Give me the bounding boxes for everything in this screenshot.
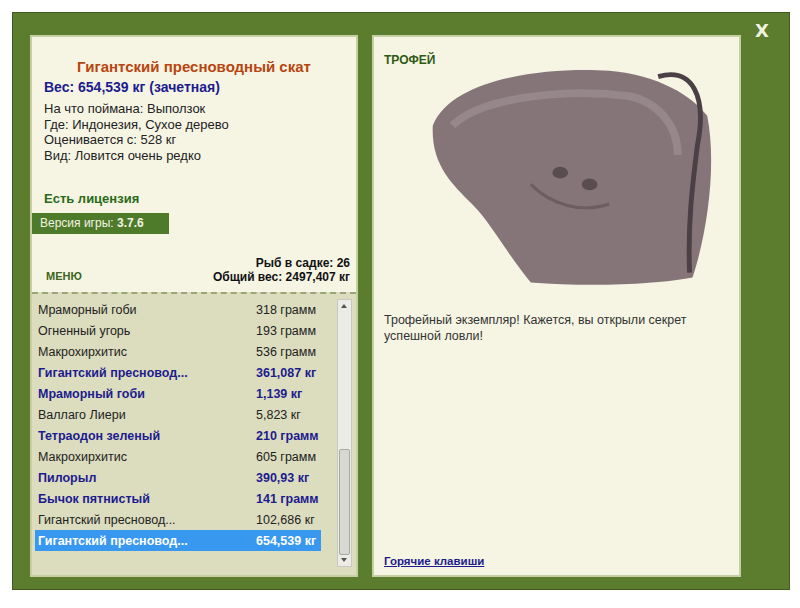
fish-detail: На что поймана: Выползок xyxy=(44,101,344,117)
catch-row[interactable]: Гигантский пресновод... 654,539 кг xyxy=(35,530,321,551)
fish-info-window: X Гигантский пресноводный скат Вес: 654,… xyxy=(12,12,790,590)
catch-row[interactable]: Макрохирхитис 605 грамм xyxy=(35,446,321,467)
catch-row[interactable]: Макрохирхитис 536 грамм xyxy=(35,341,321,362)
catch-row[interactable]: Валлаго Лиери 5,823 кг xyxy=(35,404,321,425)
catch-row[interactable]: Бычок пятнистый 141 грамм xyxy=(35,488,321,509)
trophy-panel: ТРОФЕЙ Трофейный экземпляр! Кажется, вы … xyxy=(372,35,741,577)
stingray-photo xyxy=(410,57,730,302)
scroll-thumb[interactable] xyxy=(339,449,350,555)
fish-detail: Где: Индонезия, Сухое дерево xyxy=(44,117,344,133)
catch-row[interactable]: Пилорыл 390,93 кг xyxy=(35,467,321,488)
fish-detail: Оценивается с: 528 кг xyxy=(44,132,344,148)
catch-row[interactable]: Гигантский пресновод... 361,087 кг xyxy=(35,362,321,383)
license-status: Есть лицензия xyxy=(44,191,344,207)
fish-name: Гигантский пресноводный скат xyxy=(44,58,344,76)
catch-row[interactable]: Мраморный гоби 1,139 кг xyxy=(35,383,321,404)
trophy-message: Трофейный экземпляр! Кажется, вы открыли… xyxy=(384,312,729,344)
catch-row[interactable]: Мраморный гоби 318 грамм xyxy=(35,299,321,320)
catch-row[interactable]: Гигантский пресновод... 102,686 кг xyxy=(35,509,321,530)
version-bar: Версия игры: 3.7.6 xyxy=(32,213,169,234)
info-panel: Гигантский пресноводный скат Вес: 654,53… xyxy=(30,35,358,577)
trophy-label: ТРОФЕЙ xyxy=(384,53,729,67)
menu-button[interactable]: МЕНЮ xyxy=(46,270,82,284)
close-button[interactable]: X xyxy=(749,19,775,42)
catch-row[interactable]: Огненный угорь 193 грамм xyxy=(35,320,321,341)
catch-list: Мраморный гоби 318 граммОгненный угорь 1… xyxy=(32,292,356,575)
catch-row[interactable]: Тетраодон зеленый 210 грамм xyxy=(35,425,321,446)
fish-detail: Вид: Ловится очень редко xyxy=(44,148,344,164)
scroll-up-icon[interactable] xyxy=(338,300,351,313)
keepnet-summary: Рыб в садке: 26 Общий вес: 2497,407 кг xyxy=(213,256,350,284)
hotkeys-link[interactable]: Горячие клавиши xyxy=(384,555,729,567)
scroll-down-icon[interactable] xyxy=(338,553,351,566)
scrollbar[interactable] xyxy=(337,299,352,567)
fish-weight: Вес: 654,539 кг (зачетная) xyxy=(44,78,344,96)
